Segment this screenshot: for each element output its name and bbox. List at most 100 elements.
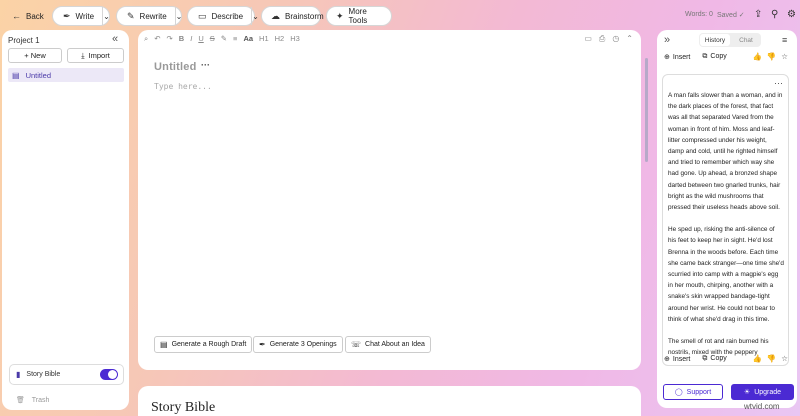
trash-link[interactable]: 🗑 Trash: [16, 396, 49, 404]
watermark: wtvid.com: [744, 402, 780, 411]
editor-scrollbar[interactable]: [645, 58, 648, 162]
generate-rough-draft-button[interactable]: ▤ Generate a Rough Draft: [154, 336, 253, 353]
list-icon[interactable]: ≡: [233, 34, 237, 44]
top-toolbar: ← Back ✒ Write ⌄ ✎ Rewrite ⌄ ▭ Describe …: [0, 0, 800, 30]
import-label: Import: [88, 51, 110, 60]
tab-chat[interactable]: Chat: [731, 33, 761, 47]
document-item-label: Untitled: [25, 70, 51, 80]
generated-text: A man falls slower than a woman, and in …: [668, 90, 784, 361]
document-title[interactable]: Untitled: [154, 61, 197, 73]
generate-openings-button[interactable]: ✒ Generate 3 Openings: [253, 336, 343, 353]
top-card-actions: ⊕ Insert ⧉ Copy 👍 👎 ☆: [664, 52, 788, 61]
support-button[interactable]: ◯ Support: [663, 384, 723, 400]
thumbs-down-icon[interactable]: 👎: [767, 52, 776, 61]
filter-icon[interactable]: ≡: [782, 35, 787, 45]
story-paragraph: He sped up, risking the anti-silence of …: [668, 226, 784, 323]
comment-icon[interactable]: ▭: [584, 34, 592, 44]
more-tools-button[interactable]: ✦ More Tools: [326, 6, 392, 26]
describe-button[interactable]: ▭ Describe: [188, 7, 251, 25]
draft-icon: ▤: [160, 340, 168, 349]
editor-body-input[interactable]: Type here...: [154, 82, 212, 91]
thumbs-up-icon[interactable]: 👍: [753, 52, 762, 61]
chat-bubble-icon: ◯: [674, 389, 683, 396]
undo-icon[interactable]: ↶: [154, 34, 160, 44]
tab-history[interactable]: History: [700, 34, 730, 46]
copy-label: Copy: [710, 52, 727, 60]
describe-icon: ▭: [198, 10, 207, 21]
share-icon[interactable]: ⇪: [754, 9, 762, 20]
rewrite-button-group: ✎ Rewrite ⌄: [116, 6, 182, 26]
write-dropdown-chevron-icon[interactable]: ⌄: [102, 7, 110, 25]
upgrade-label: Upgrade: [754, 388, 782, 396]
pen-icon: ✒: [63, 10, 71, 21]
card-options-icon[interactable]: ···: [774, 78, 783, 88]
feather-icon: ✒: [259, 340, 266, 349]
collapse-sidebar-icon[interactable]: «: [112, 33, 118, 45]
back-button[interactable]: ← Back: [8, 6, 48, 26]
rewrite-icon: ✎: [127, 10, 135, 21]
copy-label: Copy: [710, 354, 727, 362]
brainstorm-button[interactable]: ☁ Brainstorm: [261, 6, 324, 26]
copy-button-top[interactable]: ⧉ Copy: [702, 53, 726, 61]
expand-panel-icon[interactable]: »: [664, 34, 670, 46]
redo-icon[interactable]: ↷: [167, 34, 173, 44]
saved-status: Saved ✓: [717, 12, 745, 19]
new-document-button[interactable]: + New: [8, 48, 62, 63]
print-icon[interactable]: ⎙: [599, 34, 605, 44]
story-bible-panel: Story Bible: [138, 386, 641, 416]
search-icon[interactable]: ⌕: [144, 34, 148, 44]
story-bible-label: Story Bible: [26, 371, 61, 378]
lightbulb-icon: ☀: [743, 389, 751, 396]
highlight-icon[interactable]: ✎: [221, 34, 227, 44]
italic-button[interactable]: I: [190, 34, 192, 44]
panel-tabs: History Chat: [699, 33, 761, 47]
write-button[interactable]: ✒ Write: [53, 7, 102, 25]
insert-button[interactable]: ⊕ Insert: [664, 355, 690, 363]
heading-3-button[interactable]: H3: [290, 34, 300, 44]
insert-label: Insert: [672, 355, 691, 363]
thumbs-down-icon[interactable]: 👎: [767, 354, 776, 363]
document-options-icon[interactable]: ···: [201, 60, 210, 70]
strikethrough-button[interactable]: S: [210, 34, 215, 44]
word-count: Words: 0: [685, 11, 713, 18]
insert-button-top[interactable]: ⊕ Insert: [664, 53, 690, 61]
brainstorm-icon: ☁: [271, 10, 280, 21]
story-bible-toggle-row: ▮ Story Bible: [9, 364, 124, 385]
rewrite-dropdown-chevron-icon[interactable]: ⌄: [174, 7, 182, 25]
trash-label: Trash: [31, 397, 50, 404]
import-icon: ⤓: [81, 50, 85, 60]
upgrade-button[interactable]: ☀ Upgrade: [731, 384, 794, 400]
history-panel: » History Chat ≡ ⊕ Insert ⧉ Copy 👍 👎 ☆ ···…: [657, 30, 797, 408]
heading-1-button[interactable]: H1: [259, 34, 269, 44]
thumbs-up-icon[interactable]: 👍: [753, 354, 762, 363]
story-bible-title: Story Bible: [151, 400, 216, 415]
history-clock-icon[interactable]: ◷: [612, 34, 619, 44]
bottom-card-actions: ⊕ Insert ⧉ Copy 👍 👎 ☆: [664, 354, 788, 363]
feedback-icons: 👍 👎 ☆: [753, 354, 788, 363]
chat-about-idea-button[interactable]: ☏ Chat About an Idea: [345, 336, 431, 353]
insert-label: Insert: [672, 53, 691, 61]
star-icon[interactable]: ☆: [781, 354, 788, 363]
project-title: Project 1: [8, 36, 40, 45]
copy-button[interactable]: ⧉ Copy: [702, 355, 726, 363]
sparkle-icon: ✦: [336, 10, 344, 21]
insert-icon: ⊕: [664, 355, 670, 363]
settings-gear-icon[interactable]: ⚙: [787, 9, 796, 20]
rewrite-button[interactable]: ✎ Rewrite: [117, 7, 175, 25]
heading-2-button[interactable]: H2: [275, 34, 285, 44]
brainstorm-label: Brainstorm: [285, 11, 324, 21]
story-bible-toggle[interactable]: [100, 369, 118, 380]
editor-panel: ⌕ ↶ ↷ B I U S ✎ ≡ Aa H1 H2 H3 ▭ ⎙ ◷ ⌃ Un…: [138, 30, 641, 370]
support-label: Support: [686, 388, 712, 396]
import-button[interactable]: ⤓ Import: [67, 48, 124, 63]
insert-icon: ⊕: [664, 53, 670, 61]
notification-icon[interactable]: ⚲: [771, 9, 778, 20]
bold-button[interactable]: B: [179, 34, 184, 44]
font-size-button[interactable]: Aa: [243, 34, 253, 44]
more-tools-label: More Tools: [348, 7, 368, 25]
star-icon[interactable]: ☆: [781, 52, 788, 61]
describe-dropdown-chevron-icon[interactable]: ⌄: [251, 7, 259, 25]
document-item-untitled[interactable]: ▤ Untitled: [8, 68, 124, 82]
underline-button[interactable]: U: [198, 34, 203, 44]
collapse-up-icon[interactable]: ⌃: [626, 34, 633, 44]
